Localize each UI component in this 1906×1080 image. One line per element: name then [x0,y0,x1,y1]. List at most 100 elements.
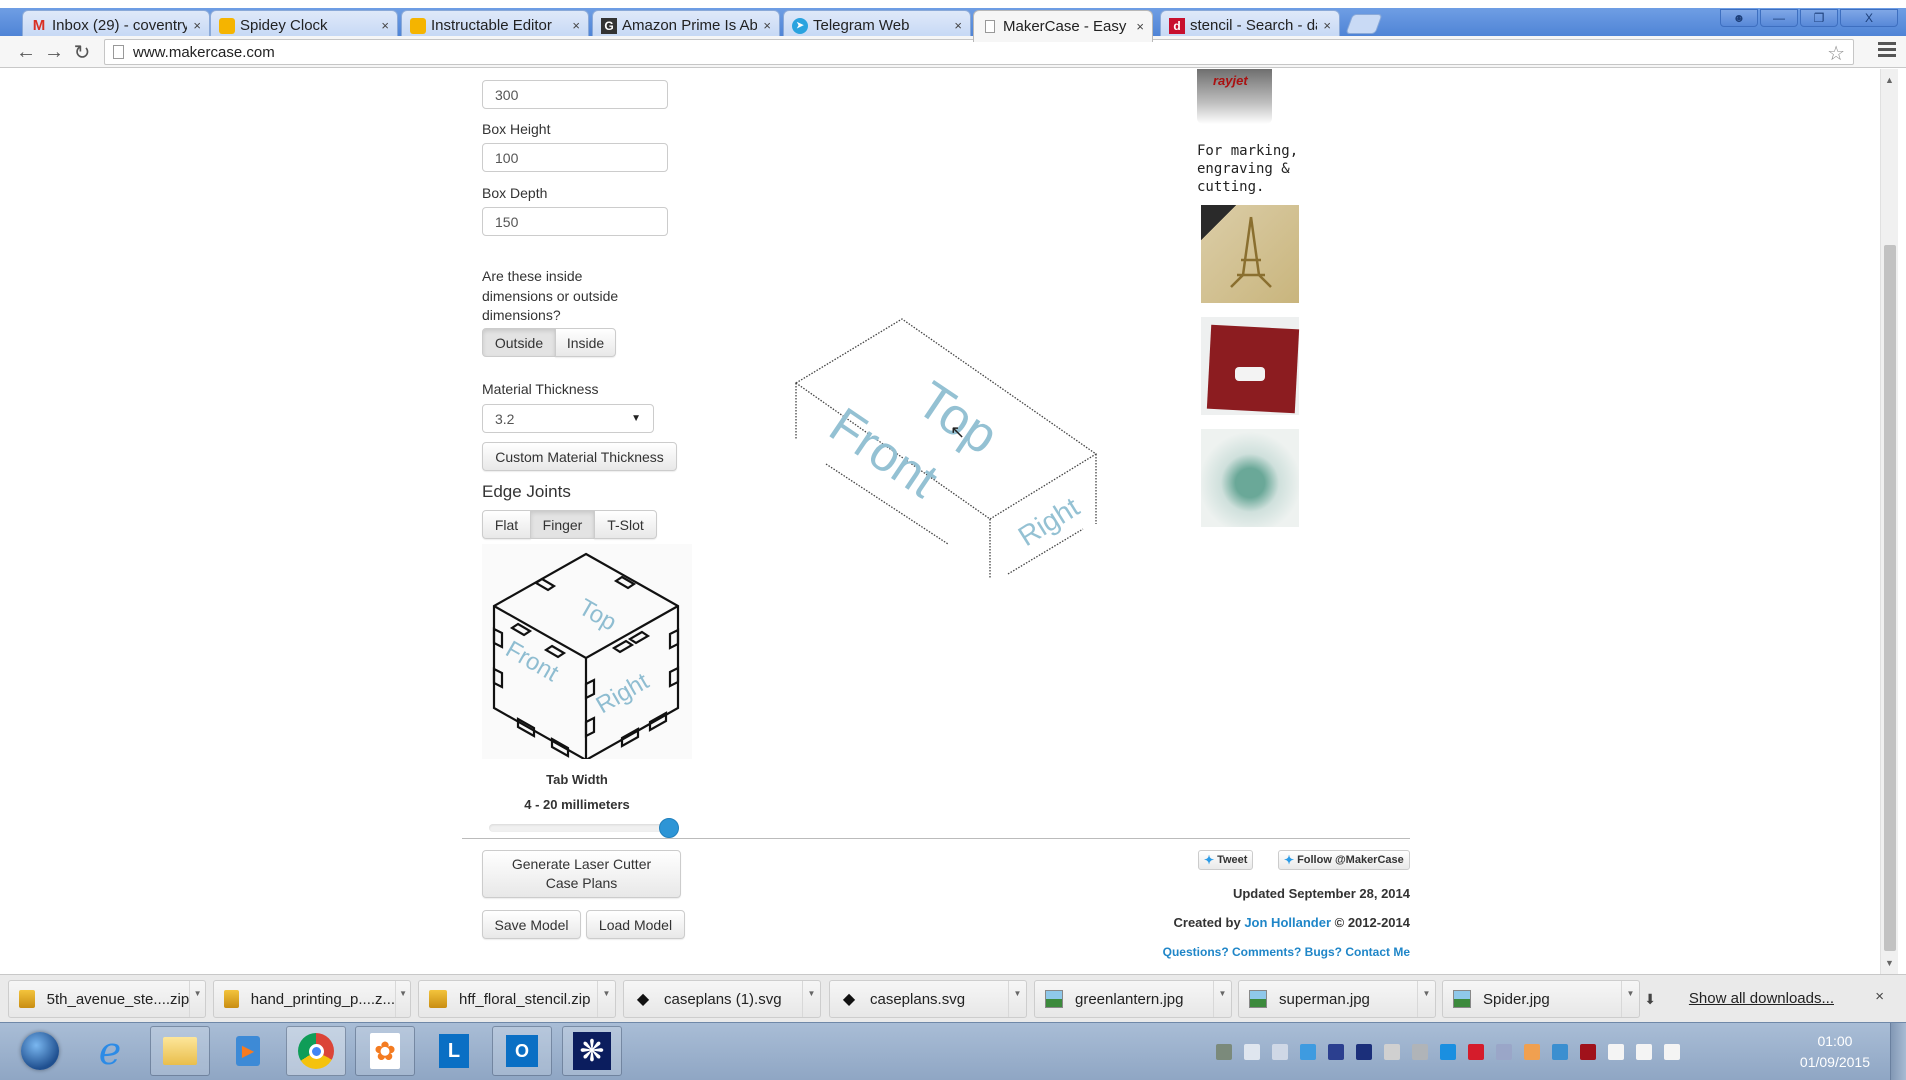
tab-close-icon[interactable]: × [1323,18,1331,33]
eiffel-engraved-notebook-image[interactable] [1201,205,1299,303]
download-item[interactable]: greenlantern.jpg ▼ [1034,980,1232,1018]
downloads-shelf: 5th_avenue_ste....zip ▼ hand_printing_p...… [0,974,1906,1022]
disk-tray-icon[interactable] [1384,1044,1400,1060]
image-file-icon [1045,990,1063,1008]
back-button[interactable]: ← [14,40,38,64]
download-item[interactable]: ◆ caseplans.svg ▼ [829,980,1027,1018]
generate-plans-button[interactable]: Generate Laser Cutter Case Plans [482,850,681,898]
bookmark-star-icon[interactable]: ☆ [1827,41,1845,66]
download-menu-arrow-icon[interactable]: ▼ [802,981,820,1017]
user-icon[interactable]: ☻ [1720,9,1758,27]
address-bar[interactable]: www.makercase.com ☆ [104,39,1854,65]
box-depth-label: Box Depth [482,185,548,201]
author-link[interactable]: Jon Hollander [1244,915,1331,930]
bluetooth-tray-icon[interactable] [1356,1044,1372,1060]
restore-button[interactable]: ❐ [1800,9,1838,27]
download-menu-arrow-icon[interactable]: ▼ [597,981,615,1017]
computer-tray-icon[interactable] [1272,1044,1288,1060]
show-all-downloads-link[interactable]: Show all downloads... [1689,990,1834,1007]
mcafee-tray-icon[interactable] [1580,1044,1596,1060]
forward-button[interactable]: → [42,40,66,64]
camera-tray-icon[interactable] [1216,1044,1232,1060]
download-item[interactable]: hff_floral_stencil.zip ▼ [418,980,616,1018]
download-item[interactable]: ◆ caseplans (1).svg ▼ [623,980,821,1018]
battery-tray-icon[interactable] [1608,1044,1624,1060]
scroll-down-icon[interactable]: ▼ [1885,958,1894,968]
save-model-button[interactable]: Save Model [482,910,581,939]
page-scrollbar[interactable]: ▲ ▼ [1880,69,1898,974]
start-button[interactable] [10,1026,70,1076]
wifi-tray-icon[interactable] [1300,1044,1316,1060]
tab-close-icon[interactable]: × [193,18,201,33]
red-app-tray-icon[interactable] [1468,1044,1484,1060]
download-menu-arrow-icon[interactable]: ▼ [1417,981,1435,1017]
folder-icon [163,1037,197,1065]
tweet-button[interactable]: ✦ Tweet [1198,850,1254,870]
system-clock[interactable]: 01:00 01/09/2015 [1800,1031,1870,1073]
security-shield-tray-icon[interactable] [1412,1044,1428,1060]
volume-tray-icon[interactable] [1664,1044,1680,1060]
minimize-button[interactable]: — [1760,9,1798,27]
inside-dimensions-button[interactable]: Inside [555,328,616,357]
outside-dimensions-button[interactable]: Outside [482,328,556,357]
edge-joint-tslot-button[interactable]: T-Slot [594,510,657,539]
download-item[interactable]: Spider.jpg ▼ [1442,980,1640,1018]
download-item[interactable]: superman.jpg ▼ [1238,980,1436,1018]
taskbar-snowflake-app[interactable]: ❋ [562,1026,622,1076]
scrollbar-thumb[interactable] [1884,245,1896,951]
box-depth-input[interactable]: 150 [482,207,668,236]
custom-material-thickness-button[interactable]: Custom Material Thickness [482,442,677,471]
signal-tray-icon[interactable] [1636,1044,1652,1060]
contact-link[interactable]: Questions? Comments? Bugs? Contact Me [1163,945,1410,959]
scroll-up-icon[interactable]: ▲ [1885,75,1894,85]
network-share-tray-icon[interactable] [1244,1044,1260,1060]
download-menu-arrow-icon[interactable]: ▼ [395,981,410,1017]
box-height-input[interactable]: 100 [482,143,668,172]
close-downloads-shelf-icon[interactable]: × [1875,988,1884,1005]
taskbar-outlook[interactable]: O [492,1026,552,1076]
new-tab-button[interactable] [1345,14,1383,34]
monitor-app-tray-icon[interactable] [1552,1044,1568,1060]
box-width-input[interactable]: 300 [482,80,668,109]
tab-close-icon[interactable]: × [763,18,771,33]
material-thickness-select[interactable]: 3.2 ▼ [482,404,654,433]
load-model-button[interactable]: Load Model [586,910,685,939]
chrome-menu-icon[interactable] [1878,42,1896,60]
download-item[interactable]: hand_printing_p....z... ▼ [213,980,411,1018]
usb-tray-icon[interactable] [1496,1044,1512,1060]
download-filename: Spider.jpg [1483,990,1550,1008]
taskbar-internet-explorer[interactable]: e [80,1026,140,1076]
box-3d-viewer[interactable]: Top Front Right ↖ [778,299,1118,589]
it-app-tray-icon[interactable] [1440,1044,1456,1060]
show-desktop-button[interactable] [1890,1023,1906,1080]
green-lace-cutout-image[interactable] [1201,429,1299,527]
download-menu-arrow-icon[interactable]: ▼ [1008,981,1026,1017]
tab-close-icon[interactable]: × [954,18,962,33]
download-item[interactable]: 5th_avenue_ste....zip ▼ [8,980,206,1018]
orange-app-tray-icon[interactable] [1524,1044,1540,1060]
download-menu-arrow-icon[interactable]: ▼ [189,981,205,1017]
reload-button[interactable]: ↻ [70,40,94,64]
taskbar-file-explorer[interactable] [150,1026,210,1076]
chrome-icon [298,1033,334,1069]
edge-joint-finger-button[interactable]: Finger [530,510,595,539]
tab-close-icon[interactable]: × [572,18,580,33]
taskbar-lync[interactable]: L [424,1026,484,1076]
follow-makercase-button[interactable]: ✦ Follow @MakerCase [1278,850,1410,870]
download-menu-arrow-icon[interactable]: ▼ [1621,981,1639,1017]
tab-close-icon[interactable]: × [381,18,389,33]
tab-makercase[interactable]: MakerCase - Easy Las × [973,10,1153,42]
tab-close-icon[interactable]: × [1136,19,1144,34]
red-puzzle-card-image[interactable] [1201,317,1300,415]
tab-width-slider-handle[interactable] [659,818,679,838]
taskbar-chrome[interactable] [286,1026,346,1076]
close-window-button[interactable]: X [1840,9,1898,27]
taskbar-paint-app[interactable]: ✿ [355,1026,415,1076]
edge-joint-flat-button[interactable]: Flat [482,510,531,539]
tab-width-slider[interactable] [489,818,679,838]
rayjet-machine-image[interactable]: rayjet [1197,69,1272,124]
download-menu-arrow-icon[interactable]: ▼ [1213,981,1231,1017]
sync-tray-icon[interactable] [1328,1044,1344,1060]
taskbar-media-player[interactable]: ▶ [218,1026,278,1076]
mouse-cursor-icon: ↖ [950,422,966,442]
